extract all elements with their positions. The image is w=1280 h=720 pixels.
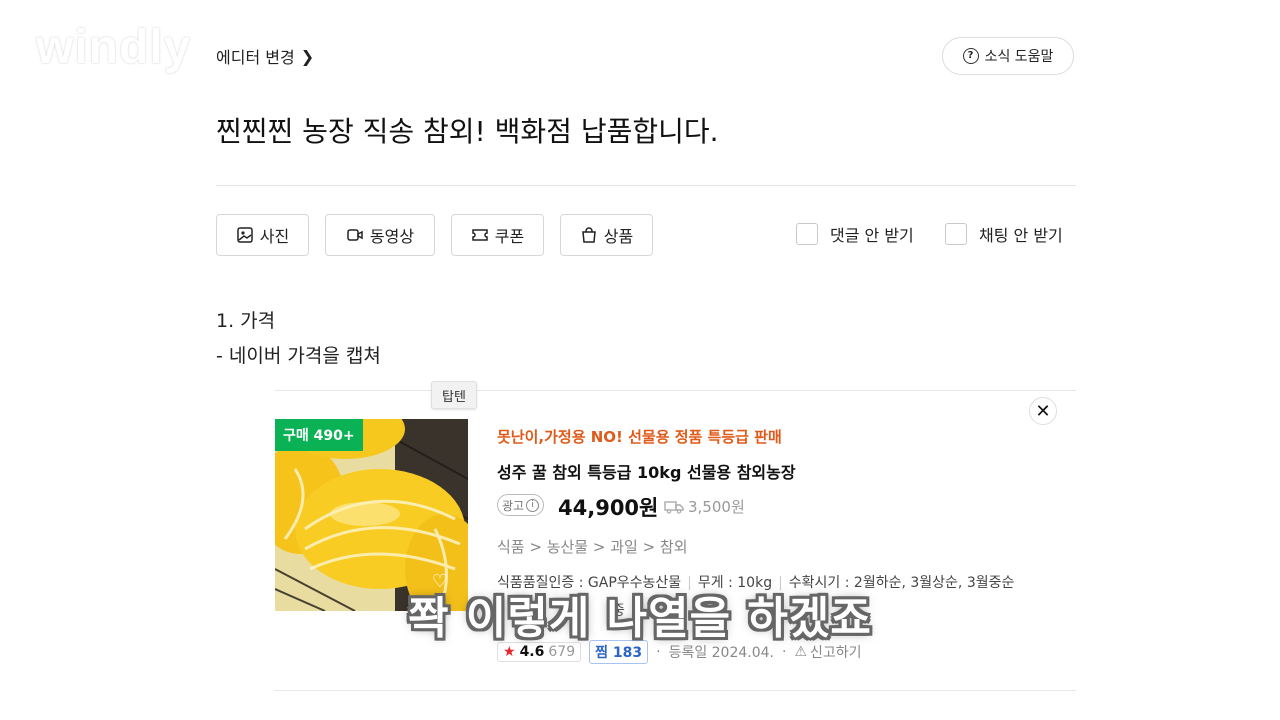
ad-badge[interactable]: 광고 i [497,494,545,516]
shopping-bag-icon [581,227,596,243]
product-button[interactable]: 상품 [560,214,653,256]
video-subtitle: 쫙 이렇게 나열을 하겠죠 [408,593,872,644]
truck-icon [664,500,684,514]
dot-separator: · [782,644,787,660]
review-count: 679 [548,644,576,660]
zzim-count: 183 [612,645,643,661]
zzim-label: 찜 [595,645,608,661]
windly-watermark: windly [36,21,192,74]
ad-label: 광고 [502,498,525,513]
category-breadcrumb: 식품 > 농산물 > 과일 > 참외 [497,538,688,556]
dot-separator: · [656,644,661,660]
editor-change-link[interactable]: 에디터 변경 ❯ [216,44,314,68]
body-line-capture[interactable]: - 네이버 가격을 캡쳐 [216,341,381,368]
shipping-fee-value: 3,500원 [688,498,745,516]
product-name[interactable]: 성주 꿀 참외 특등급 10kg 선물용 참외농장 [497,459,796,483]
card-top-border [274,390,1076,391]
no-comments-label: 댓글 안 받기 [830,226,914,245]
body-line-price[interactable]: 1. 가격 [216,306,275,333]
video-icon [347,229,363,241]
promo-text: 못난이,가정용 NO! 선물용 정품 특등급 판매 [497,428,782,446]
divider [216,185,1076,186]
coupon-label: 쿠폰 [494,227,525,246]
shipping-fee: 3,500원 [664,496,745,517]
coupon-button[interactable]: 쿠폰 [451,214,544,256]
product-label: 상품 [603,227,634,246]
video-button[interactable]: 동영상 [325,214,435,256]
no-comments-option[interactable]: 댓글 안 받기 [796,222,914,246]
no-chat-label: 채팅 안 받기 [979,226,1063,245]
star-icon: ★ [503,644,516,660]
siren-icon: ⚠ [794,644,808,660]
photo-button[interactable]: 사진 [216,214,309,256]
close-icon: ✕ [1035,400,1051,422]
question-icon: ? [962,48,979,64]
rating-score: 4.6 [519,644,545,660]
chevron-right-icon: ❯ [300,46,315,66]
card-bottom-border [274,690,1076,691]
product-price: 44,900원 [558,496,659,520]
photo-label: 사진 [259,227,290,246]
no-comments-checkbox[interactable] [796,223,818,245]
info-icon: i [526,498,540,512]
heart-icon[interactable]: ♡ [427,569,453,595]
help-label: 소식 도움말 [984,49,1054,65]
purchase-count-badge: 구매 490+ [275,419,363,451]
post-title[interactable]: 찐찐찐 농장 직송 참외! 백화점 납품합니다. [216,110,719,150]
close-card-button[interactable]: ✕ [1029,397,1057,425]
store-tag: 탑텐 [431,381,477,409]
image-icon [237,227,253,243]
ticket-icon [472,229,488,241]
help-button[interactable]: ? 소식 도움말 [942,37,1074,75]
editor-change-label: 에디터 변경 [216,48,295,67]
video-label: 동영상 [369,227,415,246]
no-chat-option[interactable]: 채팅 안 받기 [945,222,1063,246]
no-chat-checkbox[interactable] [945,223,967,245]
